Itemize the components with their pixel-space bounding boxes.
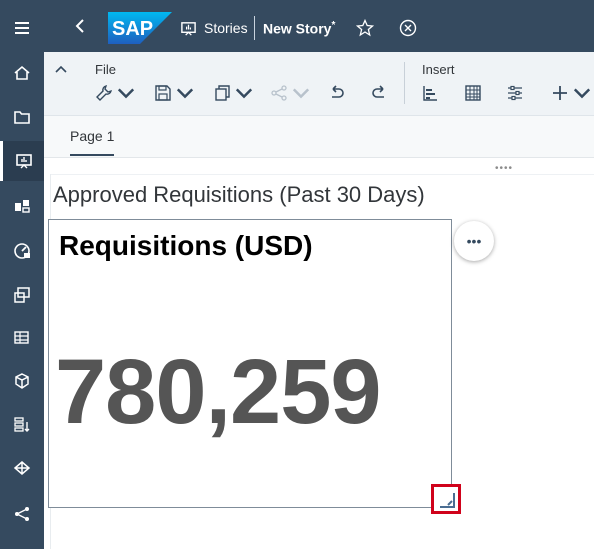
insert-chart-button[interactable] — [421, 82, 439, 104]
kpi-value: 780,259 — [55, 341, 382, 443]
data-grid-icon — [14, 331, 29, 344]
active-tab-indicator — [70, 154, 114, 156]
side-navigation — [0, 0, 44, 549]
tile-title: Requisitions (USD) — [59, 230, 313, 261]
presentation-icon — [14, 287, 30, 303]
nav-data-integration[interactable] — [0, 405, 44, 445]
more-actions-button[interactable]: ••• — [454, 221, 494, 261]
predictive-icon — [13, 461, 31, 475]
filter-controls-icon — [508, 85, 522, 101]
nav-connections[interactable] — [0, 494, 44, 534]
collapse-toolbar-icon[interactable] — [54, 62, 68, 76]
file-group-label: File — [95, 62, 116, 77]
nav-modeler[interactable] — [0, 361, 44, 401]
plus-icon — [553, 86, 567, 100]
nav-datasets[interactable] — [0, 318, 44, 358]
nav-presentations[interactable] — [0, 275, 44, 315]
chevron-down-icon — [292, 88, 310, 99]
sap-logo-text: SAP — [112, 18, 153, 40]
data-integration-icon — [14, 417, 30, 432]
canvas-top-border — [50, 174, 594, 175]
app-root: SAP Stories New Story* File Insert Page … — [0, 0, 594, 549]
copy-icon — [215, 85, 230, 101]
insert-group-label: Insert — [422, 62, 455, 77]
analytic-app-icon — [15, 200, 30, 213]
numeric-point-tile[interactable]: Requisitions (USD) 780,259 — [48, 219, 461, 514]
resize-handle[interactable] — [431, 484, 461, 514]
tab-page-1[interactable]: Page 1 — [70, 128, 114, 144]
copy-menu-button[interactable] — [213, 82, 253, 104]
insert-more-button[interactable] — [551, 82, 591, 104]
redo-icon — [372, 85, 384, 98]
share-icon — [271, 85, 287, 101]
chevron-down-icon — [573, 88, 591, 99]
redo-button[interactable] — [370, 82, 388, 104]
save-icon — [155, 85, 171, 101]
digital-boardroom-icon — [14, 243, 30, 259]
folder-icon — [14, 111, 30, 124]
resize-corner-icon — [440, 493, 455, 508]
chevron-down-icon — [176, 88, 194, 99]
story-name-text: New Story — [263, 20, 332, 37]
nav-analytic-applications[interactable] — [0, 186, 44, 226]
close-icon[interactable] — [399, 19, 417, 37]
stories-breadcrumb-icon — [181, 22, 196, 36]
story-canvas: •••• Approved Requisitions (Past 30 Days… — [44, 158, 594, 549]
wrench-icon — [96, 85, 112, 101]
chevron-down-icon — [117, 88, 135, 99]
story-toolbar: File Insert — [44, 52, 594, 116]
home-icon — [14, 65, 30, 80]
shell-header: SAP Stories New Story* — [44, 0, 594, 52]
stories-icon — [15, 154, 32, 169]
undo-button[interactable] — [328, 82, 346, 104]
cube-icon — [15, 373, 29, 389]
favorite-star-icon[interactable] — [356, 19, 374, 37]
connections-icon — [15, 507, 29, 521]
nav-stories[interactable] — [0, 141, 44, 181]
table-icon — [465, 85, 481, 101]
menu-button[interactable] — [0, 8, 44, 48]
tools-menu-button[interactable] — [95, 82, 135, 104]
unsaved-marker: * — [331, 20, 336, 31]
undo-icon — [332, 85, 344, 98]
back-icon[interactable] — [72, 17, 90, 35]
page-tab-strip: Page 1 — [44, 116, 594, 158]
nav-predictive[interactable] — [0, 448, 44, 488]
section-title: Approved Requisitions (Past 30 Days) — [53, 182, 425, 207]
breadcrumb-stories[interactable]: Stories — [204, 20, 248, 36]
nav-files[interactable] — [0, 97, 44, 137]
breadcrumb-divider — [254, 16, 255, 40]
bar-chart-icon — [423, 86, 437, 101]
sap-logo[interactable]: SAP — [108, 12, 172, 44]
story-title: New Story* — [263, 20, 335, 37]
save-menu-button[interactable] — [154, 82, 194, 104]
nav-digital-boardroom[interactable] — [0, 230, 44, 270]
toolbar-divider — [404, 62, 405, 104]
insert-table-button[interactable] — [464, 82, 482, 104]
nav-home[interactable] — [0, 53, 44, 93]
chevron-down-icon — [235, 88, 253, 99]
insert-input-control-button[interactable] — [506, 82, 524, 104]
menu-icon — [15, 22, 29, 34]
share-menu-button[interactable] — [270, 82, 310, 104]
drag-grip[interactable]: •••• — [495, 163, 513, 174]
more-actions-icon: ••• — [466, 233, 482, 249]
